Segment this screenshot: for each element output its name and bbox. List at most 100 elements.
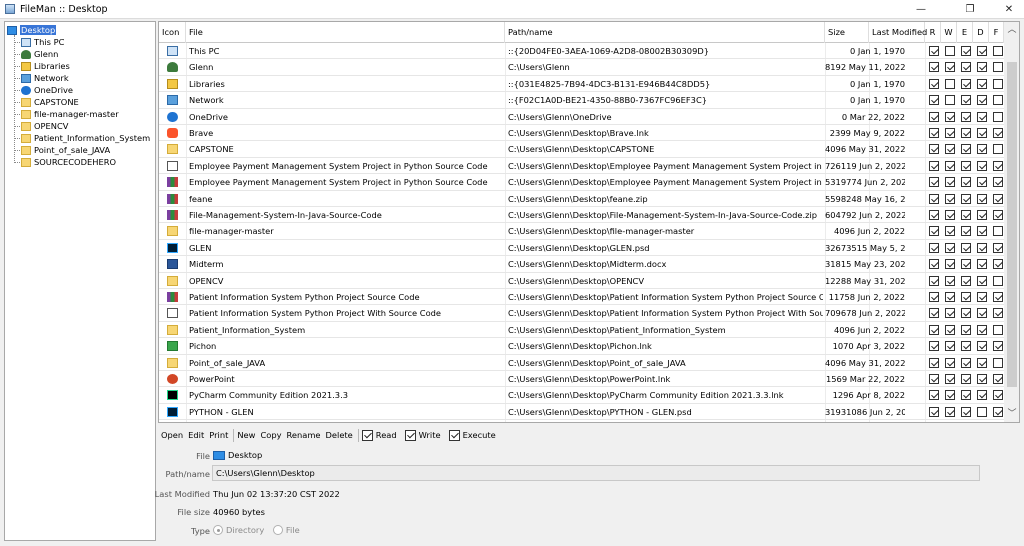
tree-item[interactable]: Network [21,72,69,84]
permission-e-checkbox[interactable] [961,193,971,204]
table-row[interactable]: Patient Information System Python Projec… [159,305,1004,322]
permission-r-checkbox[interactable] [929,62,939,73]
permission-d-checkbox[interactable] [977,46,987,56]
tree-item[interactable]: Patient_Information_System [21,132,150,144]
permission-w-checkbox[interactable] [945,308,955,319]
permission-d-checkbox[interactable] [977,406,987,417]
table-row[interactable]: GLEN C:\Users\Glenn\Desktop\GLEN.psd 32673… [159,240,1004,257]
permission-e-checkbox[interactable] [961,128,971,138]
restore-button[interactable]: ❐ [955,0,985,18]
permission-f-checkbox[interactable] [993,193,1003,204]
tree-item[interactable]: Point_of_sale_JAVA [21,144,110,156]
permission-w-checkbox[interactable] [945,78,955,89]
permission-d-checkbox[interactable] [977,177,987,188]
column-header-r[interactable]: R [925,22,941,43]
tree-item[interactable]: file-manager-master [21,108,119,120]
permission-e-checkbox[interactable] [961,406,971,417]
column-header-modified[interactable]: Last Modified [869,22,927,43]
permission-w-checkbox[interactable] [945,95,955,106]
table-row[interactable]: PYTHON - GLEN C:\Users\Glenn\Desktop\PYTH… [159,404,1004,421]
permission-r-checkbox[interactable] [929,193,939,204]
permission-d-checkbox[interactable] [977,144,987,155]
copy-button[interactable]: Copy [260,430,281,440]
permission-f-checkbox[interactable] [993,341,1003,352]
print-button[interactable]: Print [209,430,228,440]
edit-button[interactable]: Edit [188,430,204,440]
table-row[interactable]: Midterm C:\Users\Glenn\Desktop\Midterm.do… [159,256,1004,273]
permission-f-checkbox[interactable] [993,46,1003,56]
execute-checkbox-box[interactable] [448,429,460,441]
permission-f-checkbox[interactable] [993,210,1003,220]
permission-e-checkbox[interactable] [961,357,971,368]
file-table[interactable]: Icon File Path/name Size Last Modified R… [158,21,1020,423]
permission-r-checkbox[interactable] [929,275,939,286]
permission-w-checkbox[interactable] [945,406,955,417]
permission-d-checkbox[interactable] [977,210,987,220]
permission-r-checkbox[interactable] [929,177,939,188]
rename-button[interactable]: Rename [287,430,321,440]
permission-r-checkbox[interactable] [929,390,939,401]
write-checkbox[interactable]: Write [404,429,441,441]
table-row[interactable]: OneDrive C:\Users\Glenn\OneDrive 0 Mar 22,… [159,109,1004,125]
permission-w-checkbox[interactable] [945,275,955,286]
permission-w-checkbox[interactable] [945,242,955,253]
permission-e-checkbox[interactable] [961,242,971,253]
permission-r-checkbox[interactable] [929,292,939,302]
permission-f-checkbox[interactable] [993,308,1003,319]
permission-w-checkbox[interactable] [945,193,955,204]
permission-w-checkbox[interactable] [945,210,955,220]
table-row[interactable]: Patient_Information_System C:\Users\Glenn… [159,322,1004,339]
permission-r-checkbox[interactable] [929,95,939,106]
permission-d-checkbox[interactable] [977,193,987,204]
permission-e-checkbox[interactable] [961,324,971,335]
delete-button[interactable]: Delete [326,430,353,440]
table-row[interactable]: PyCharm Community Edition 2021.3.3 C:\Use… [159,387,1004,404]
permission-d-checkbox[interactable] [977,357,987,368]
permission-r-checkbox[interactable] [929,242,939,253]
column-header-w[interactable]: W [941,22,957,43]
permission-d-checkbox[interactable] [977,390,987,401]
permission-f-checkbox[interactable] [993,111,1003,122]
permission-f-checkbox[interactable] [993,95,1003,106]
tree-item[interactable]: SOURCECODEHERO [21,156,116,168]
permission-f-checkbox[interactable] [993,160,1003,171]
column-header-icon[interactable]: Icon [159,22,186,43]
column-header-d[interactable]: D [973,22,989,43]
permission-r-checkbox[interactable] [929,226,939,237]
permission-f-checkbox[interactable] [993,357,1003,368]
scrollbar-thumb[interactable] [1007,62,1017,387]
tree-item[interactable]: Glenn [21,48,58,60]
permission-w-checkbox[interactable] [945,160,955,171]
table-row[interactable]: PowerPoint C:\Users\Glenn\Desktop\PowerPo… [159,371,1004,388]
permission-f-checkbox[interactable] [993,78,1003,89]
table-row[interactable]: Patient Information System Python Projec… [159,289,1004,306]
permission-d-checkbox[interactable] [977,292,987,302]
permission-e-checkbox[interactable] [961,62,971,73]
permission-e-checkbox[interactable] [961,177,971,188]
directory-radio-dot[interactable] [213,525,223,535]
tree-item[interactable]: Libraries [21,60,70,72]
permission-f-checkbox[interactable] [993,292,1003,302]
permission-w-checkbox[interactable] [945,128,955,138]
table-row[interactable]: CAPSTONE C:\Users\Glenn\Desktop\CAPSTONE 4… [159,141,1004,158]
close-button[interactable]: ✕ [994,0,1024,18]
permission-r-checkbox[interactable] [929,160,939,171]
permission-e-checkbox[interactable] [961,144,971,155]
permission-f-checkbox[interactable] [993,128,1003,138]
permission-r-checkbox[interactable] [929,111,939,122]
permission-e-checkbox[interactable] [961,95,971,106]
table-row[interactable]: Employee Payment Management System Proje… [159,158,1004,175]
permission-e-checkbox[interactable] [961,111,971,122]
permission-w-checkbox[interactable] [945,357,955,368]
table-row[interactable]: This PC::{20D04FE0-3AEA-1069-A2D8-08002B… [159,43,1004,60]
table-row[interactable]: OPENCV C:\Users\Glenn\Desktop\OPENCV 12288… [159,273,1004,289]
permission-r-checkbox[interactable] [929,128,939,138]
tree-item[interactable]: OneDrive [21,84,73,96]
permission-r-checkbox[interactable] [929,357,939,368]
read-checkbox[interactable]: Read [361,429,397,441]
tree-item[interactable]: This PC [21,36,64,48]
permission-r-checkbox[interactable] [929,308,939,319]
type-directory-radio[interactable]: Directory [213,525,264,535]
permission-d-checkbox[interactable] [977,128,987,138]
permission-f-checkbox[interactable] [993,275,1003,286]
